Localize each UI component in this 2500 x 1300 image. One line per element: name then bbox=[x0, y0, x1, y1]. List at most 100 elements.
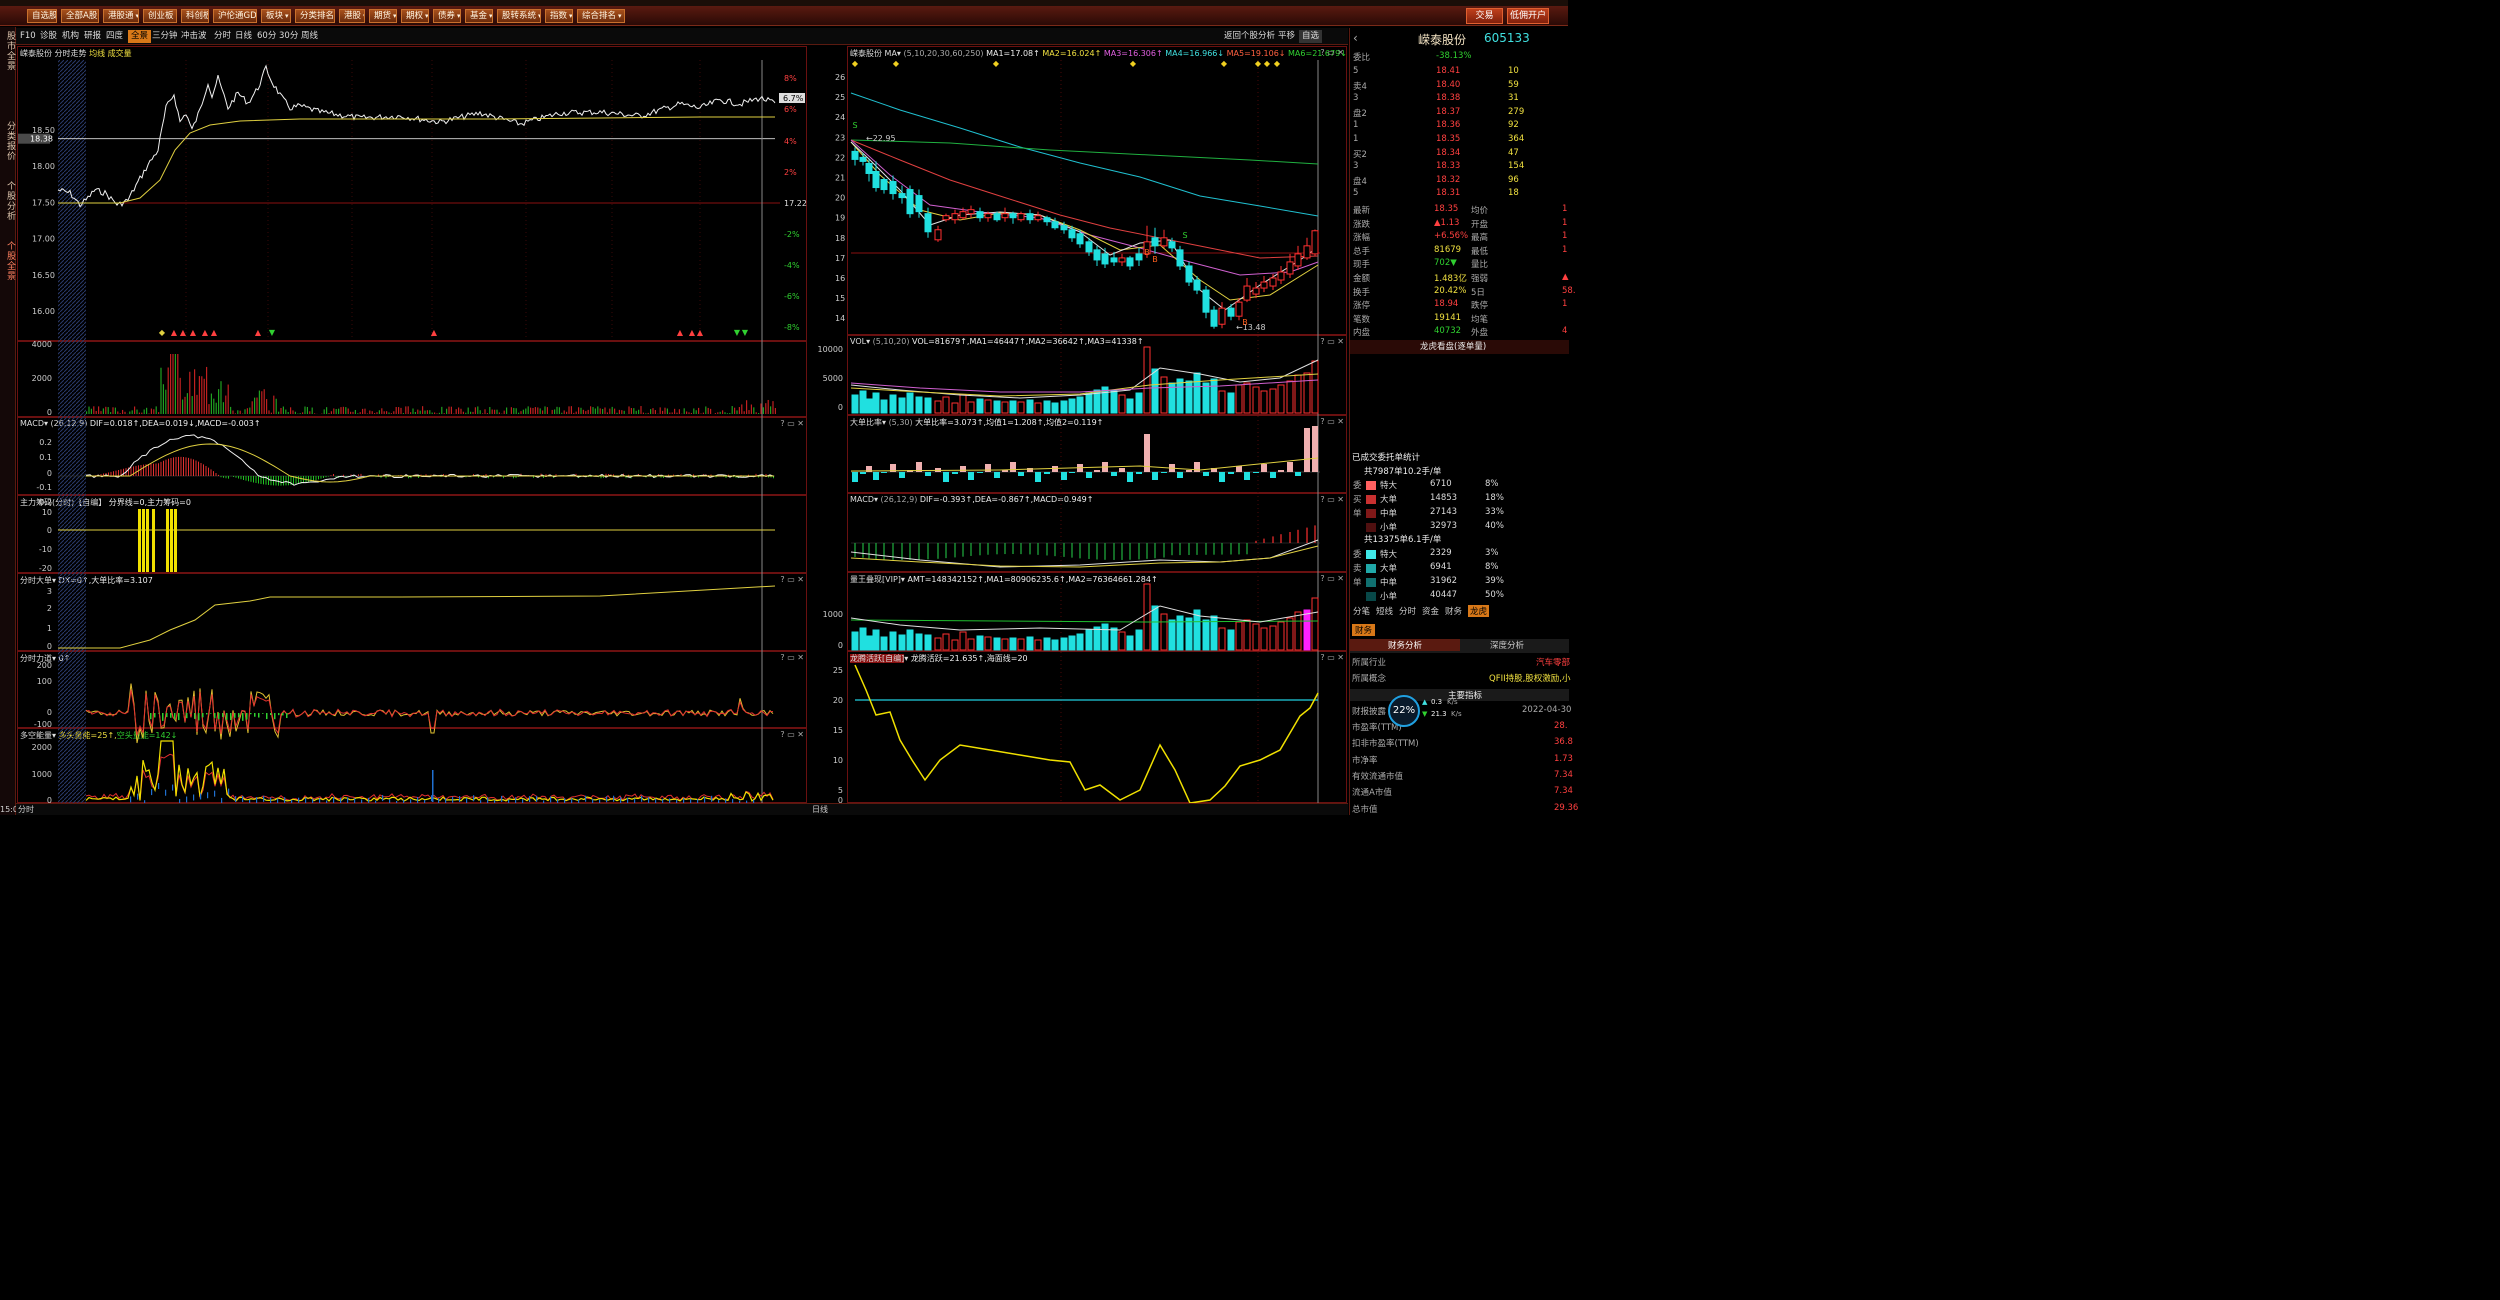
subtab-0[interactable]: 分笔 bbox=[1353, 605, 1370, 617]
vol-bar bbox=[755, 412, 757, 414]
chip-bar bbox=[138, 509, 141, 572]
force-bar bbox=[282, 713, 284, 716]
candle-body bbox=[1294, 253, 1302, 267]
vol-bar bbox=[359, 412, 361, 414]
candle-body bbox=[880, 179, 888, 191]
trade-button[interactable]: 交易 bbox=[1466, 8, 1503, 24]
amt-bar bbox=[1076, 633, 1084, 651]
daily-vol-bar bbox=[1202, 382, 1210, 414]
dragon-line bbox=[854, 664, 1319, 804]
event-diamond: ◆ bbox=[1255, 59, 1262, 68]
vol-bar bbox=[698, 407, 700, 414]
daily-price-tick: 22 bbox=[835, 153, 845, 162]
force-tick: 100 bbox=[37, 677, 52, 686]
tab-deep-analysis[interactable]: 深度分析 bbox=[1490, 639, 1524, 651]
signal-marker: ▲ bbox=[171, 328, 178, 337]
vol-bar bbox=[311, 407, 313, 414]
bigratio-bar bbox=[1094, 470, 1100, 472]
bigratio-bar bbox=[1086, 472, 1092, 478]
vol-bar bbox=[455, 409, 457, 414]
vol-bar bbox=[258, 390, 260, 414]
amt-bar bbox=[924, 634, 932, 651]
vol-bar bbox=[767, 399, 769, 414]
dragon-tick: 15 bbox=[833, 726, 843, 735]
daily-vol-bar bbox=[1252, 386, 1260, 414]
signal-marker: ▲ bbox=[697, 328, 704, 337]
subtab-3[interactable]: 资金 bbox=[1422, 605, 1439, 617]
energy-bar bbox=[473, 795, 475, 802]
dragon-tick: 25 bbox=[833, 666, 843, 675]
fin-tab[interactable]: 财务 bbox=[1352, 624, 1376, 636]
vol-bar bbox=[609, 408, 611, 414]
pre-market-hatch bbox=[58, 60, 86, 803]
vol-bar bbox=[107, 407, 109, 414]
back-chevron-icon[interactable]: ‹ bbox=[1353, 31, 1358, 45]
vol-bar bbox=[527, 406, 529, 414]
ma-5-line bbox=[850, 141, 1319, 311]
bottom-axis-bar: 分时 日线 bbox=[16, 803, 1348, 815]
amt-bar bbox=[1026, 636, 1034, 651]
daily-vol-bar bbox=[889, 394, 897, 414]
event-diamond: ◆ bbox=[852, 59, 859, 68]
vol-bar bbox=[306, 406, 308, 414]
force-bar bbox=[270, 713, 272, 716]
vol-bar bbox=[702, 412, 704, 414]
vol-bar bbox=[424, 410, 426, 414]
pct-tick: 17.22 bbox=[784, 199, 807, 208]
vol-bar bbox=[606, 412, 608, 414]
vol-bar bbox=[590, 406, 592, 414]
vol-bar bbox=[436, 413, 438, 414]
candle-body bbox=[1185, 265, 1193, 283]
subtab-1[interactable]: 短线 bbox=[1376, 605, 1393, 617]
price-tick: 17.50 bbox=[32, 198, 55, 207]
vol-bar bbox=[398, 407, 400, 414]
amt-tick: 1000 bbox=[823, 610, 843, 619]
vol-bar bbox=[647, 412, 649, 414]
high-label: ←22.95 bbox=[866, 134, 896, 143]
subtab-5[interactable]: 龙虎 bbox=[1468, 605, 1490, 617]
vol-bar bbox=[585, 411, 587, 414]
daily-bottom-label[interactable]: 日线 bbox=[812, 804, 828, 815]
vol-bar bbox=[388, 412, 390, 414]
vol-bar bbox=[570, 406, 572, 414]
vol-bar bbox=[222, 402, 224, 414]
vol-bar bbox=[518, 412, 520, 414]
daily-vol-bar bbox=[1009, 400, 1017, 414]
concept-row: 所属概念 QFII持股,股权激励,小 bbox=[1352, 674, 1571, 684]
dragon-tick: 5 bbox=[838, 786, 843, 795]
intraday-bottom-label[interactable]: 分时 bbox=[18, 804, 34, 815]
amt-bar bbox=[1269, 625, 1277, 651]
candle-body bbox=[1193, 279, 1201, 291]
candle-body bbox=[1210, 309, 1218, 327]
subtab-2[interactable]: 分时 bbox=[1399, 605, 1416, 617]
chip-tick: -10 bbox=[39, 545, 52, 554]
vol-bar bbox=[621, 410, 623, 414]
vol-bar bbox=[674, 408, 676, 414]
intraday-avg-line bbox=[58, 116, 775, 204]
chip-bar bbox=[166, 509, 169, 572]
vol-bar bbox=[635, 410, 637, 414]
open-account-button[interactable]: 低佣开户 bbox=[1507, 8, 1549, 24]
vol-bar bbox=[136, 409, 138, 414]
vol-bar bbox=[119, 413, 121, 414]
vol-bar bbox=[731, 406, 733, 414]
vol-bar bbox=[162, 384, 164, 414]
vol-bar bbox=[100, 411, 102, 414]
vol-bar bbox=[554, 409, 556, 414]
force-bar bbox=[210, 713, 212, 714]
daily-vol-bar bbox=[1311, 360, 1319, 414]
force-tick: 200 bbox=[37, 661, 52, 670]
stat-row: 总手 81679 最低 1 bbox=[1353, 244, 1568, 257]
force-bar bbox=[214, 713, 216, 719]
tab-fin-analysis[interactable]: 财务分析 bbox=[1350, 639, 1460, 651]
vol-bar bbox=[664, 407, 666, 414]
signal-marker: ▲ bbox=[211, 328, 218, 337]
vol-bar bbox=[693, 408, 695, 414]
subtab-4[interactable]: 财务 bbox=[1445, 605, 1462, 617]
candle-body bbox=[1286, 261, 1294, 275]
signal-marker: ▲ bbox=[677, 328, 684, 337]
energy-bar bbox=[585, 795, 587, 802]
vol-bar bbox=[98, 406, 100, 414]
vol-bar bbox=[191, 396, 193, 414]
force-bar bbox=[162, 713, 164, 721]
